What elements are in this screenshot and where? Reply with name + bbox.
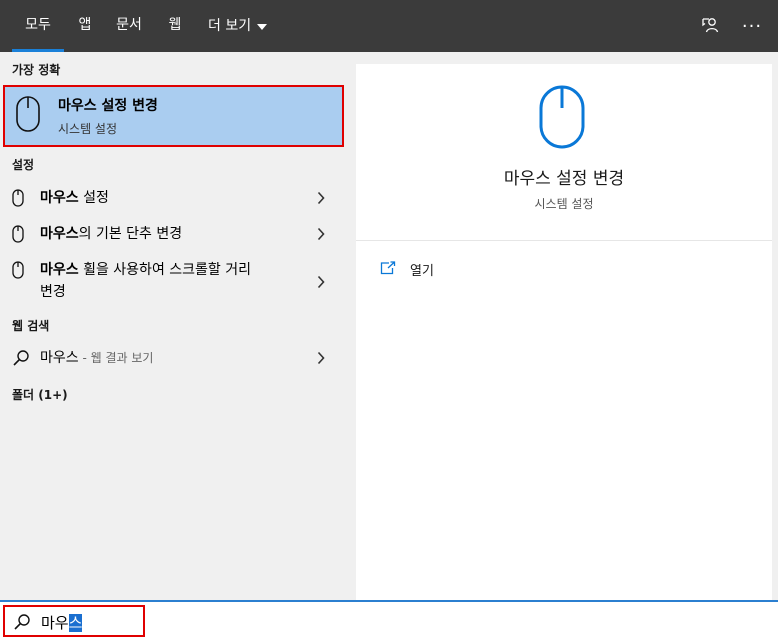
tab-more-label: 더 보기 [208, 18, 252, 34]
caret-down-icon [257, 24, 268, 30]
search-bar[interactable]: 마우스 [0, 600, 778, 640]
settings-item-text: 설정 [78, 190, 109, 206]
mouse-icon [12, 225, 24, 247]
tab-documents-label: 문서 [116, 17, 142, 33]
settings-header: 설정 [12, 158, 35, 172]
open-icon [380, 260, 396, 279]
settings-item-bold: 마우스 [40, 262, 79, 278]
settings-item-bold: 마우스 [40, 226, 79, 242]
tab-web[interactable]: 웹 [160, 0, 190, 52]
chevron-right-icon [317, 274, 325, 293]
preview-pane: 마우스 설정 변경 시스템 설정 열기 [356, 64, 772, 600]
settings-item-text: 의 기본 단추 변경 [78, 226, 183, 242]
settings-item-text: 휠을 사용하여 스크롤할 거리 [78, 262, 252, 278]
web-search-query: 마우스 [40, 350, 79, 366]
settings-item-primary-button[interactable]: 마우스의 기본 단추 변경 [0, 222, 343, 246]
search-input[interactable]: 마우스 [3, 605, 145, 637]
mouse-icon [12, 189, 24, 211]
chevron-right-icon [317, 190, 325, 209]
mouse-icon [15, 95, 41, 137]
preview-title: 마우스 설정 변경 [503, 169, 625, 189]
settings-item-mouse-settings[interactable]: 마우스 설정 [0, 186, 343, 210]
chevron-right-icon [317, 350, 325, 369]
tab-apps-label: 앱 [78, 17, 92, 33]
settings-item-scroll-distance[interactable]: 마우스 휠을 사용하여 스크롤할 거리 변경 [0, 258, 343, 304]
best-match-header: 가장 정확 [12, 63, 61, 77]
best-match-subtitle: 시스템 설정 [58, 122, 118, 136]
search-typed-text: 마우 [41, 614, 69, 632]
tab-web-label: 웹 [168, 17, 182, 33]
mouse-icon [12, 261, 24, 283]
divider [356, 240, 772, 241]
mouse-icon [538, 84, 586, 154]
search-icon [12, 349, 30, 371]
feedback-icon[interactable] [697, 12, 725, 40]
results-pane: 가장 정확 마우스 설정 변경 시스템 설정 설정 마우스 설정 마우스의 기본… [0, 52, 344, 600]
tab-more[interactable]: 더 보기 [200, 0, 276, 52]
top-tab-bar: 모두 앱 문서 웹 더 보기 ··· [0, 0, 778, 52]
folders-header[interactable]: 폴더 (1+) [12, 386, 68, 403]
more-options-icon[interactable]: ··· [738, 12, 766, 40]
web-search-header: 웹 검색 [12, 319, 50, 333]
chevron-right-icon [317, 226, 325, 245]
tab-documents[interactable]: 문서 [108, 0, 150, 52]
web-search-item[interactable]: 마우스 - 웹 결과 보기 [0, 346, 343, 370]
open-action[interactable]: 열기 [380, 260, 434, 279]
web-search-suffix: - 웹 결과 보기 [78, 351, 154, 365]
search-icon [13, 613, 31, 635]
settings-item-bold: 마우스 [40, 190, 79, 206]
tab-all-label: 모두 [25, 17, 51, 33]
open-label: 열기 [410, 264, 434, 279]
more-options-glyph: ··· [741, 15, 763, 37]
settings-item-text-line2: 변경 [40, 284, 66, 300]
tab-all[interactable]: 모두 [12, 0, 64, 52]
tab-apps[interactable]: 앱 [70, 0, 100, 52]
search-selected-text: 스 [68, 614, 83, 632]
best-match-title: 마우스 설정 변경 [58, 98, 158, 114]
best-match-item[interactable]: 마우스 설정 변경 시스템 설정 [3, 85, 344, 147]
preview-subtitle: 시스템 설정 [534, 197, 594, 211]
